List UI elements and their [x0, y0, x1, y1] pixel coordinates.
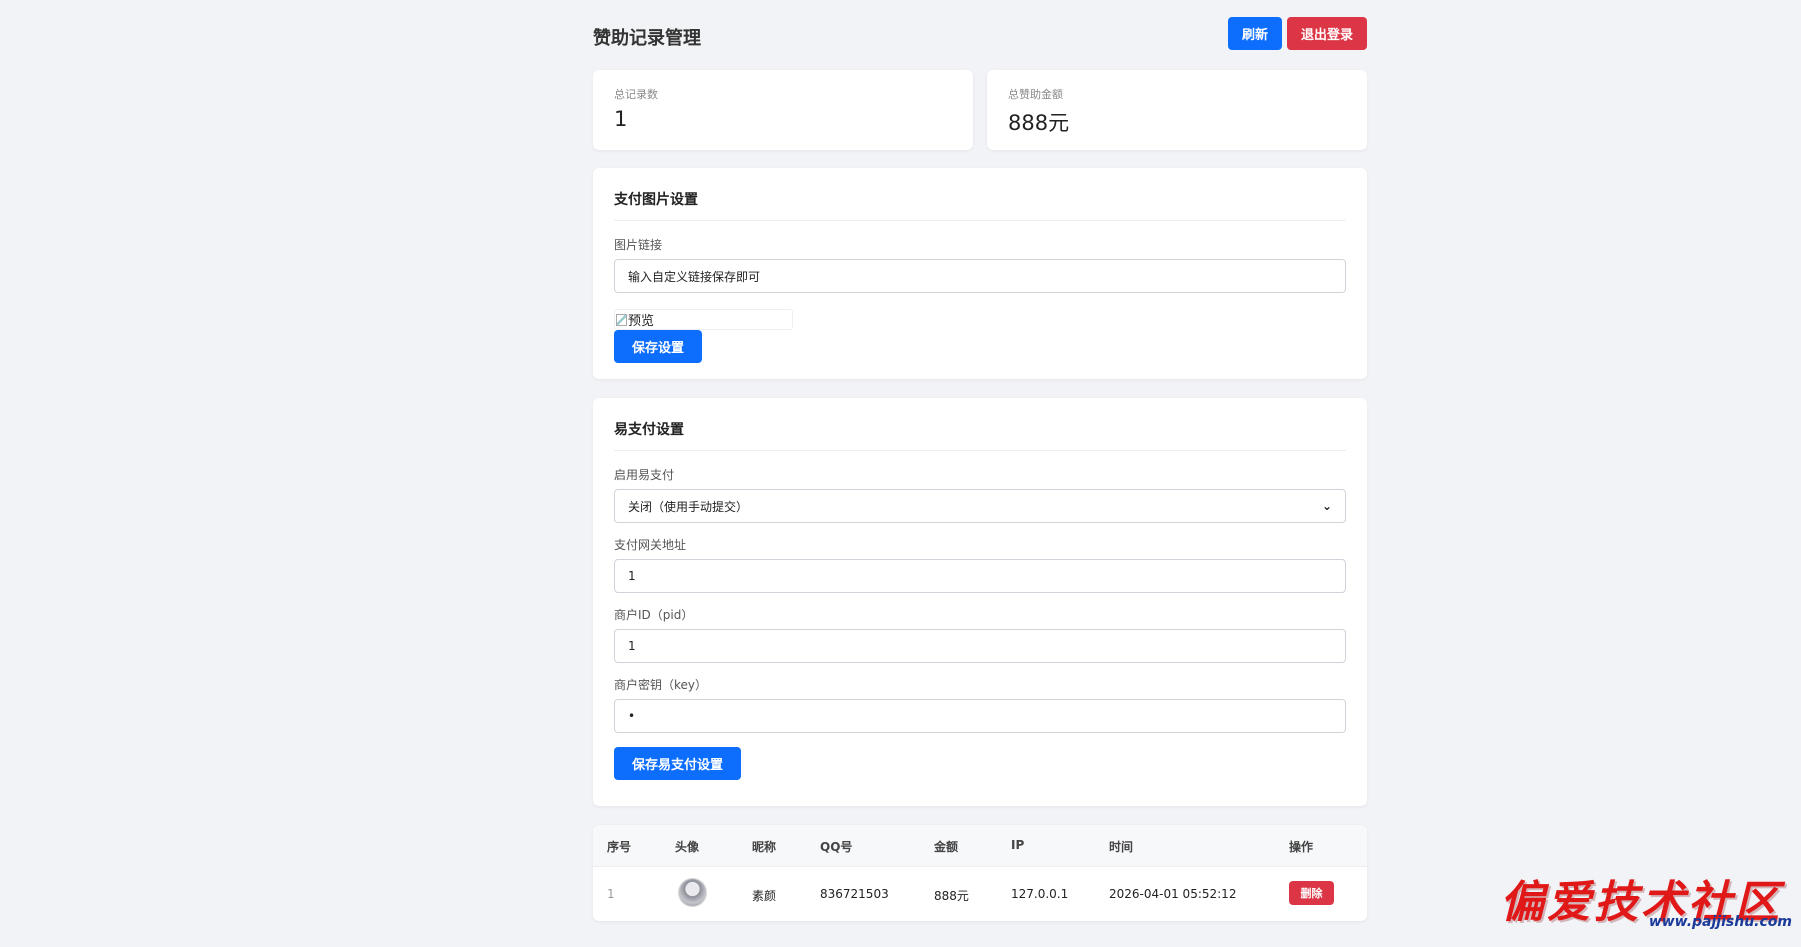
- records-table: 序号 头像 昵称 QQ号 金额 IP 时间 操作 1 素颜 836721503 …: [593, 825, 1367, 921]
- key-value: •: [628, 709, 636, 723]
- image-link-label: 图片链接: [614, 238, 663, 252]
- image-settings-title: 支付图片设置: [614, 168, 1346, 221]
- header-actions: 刷新 退出登录: [1228, 17, 1367, 50]
- image-settings-card: 支付图片设置 图片链接 输入自定义链接保存即可 预览 保存设置: [593, 168, 1367, 379]
- epay-settings-card: 易支付设置 启用易支付 关闭（使用手动提交） ⌄ 支付网关地址 1 商户ID（p…: [593, 398, 1367, 806]
- row-nickname: 素颜: [752, 889, 777, 903]
- avatar: [678, 878, 707, 907]
- page-title: 赞助记录管理: [593, 28, 701, 49]
- row-amount: 888元: [934, 889, 969, 903]
- header-action: 操作: [1289, 840, 1314, 854]
- logout-button[interactable]: 退出登录: [1287, 17, 1367, 50]
- enable-epay-label: 启用易支付: [614, 468, 675, 482]
- pid-value: 1: [628, 639, 636, 653]
- image-link-input[interactable]: 输入自定义链接保存即可: [614, 259, 1346, 293]
- refresh-button[interactable]: 刷新: [1228, 17, 1282, 50]
- stats-row: 总记录数 1 总赞助金额 888元: [593, 70, 1367, 150]
- total-records-card: 总记录数 1: [593, 70, 973, 150]
- gateway-label: 支付网关地址: [614, 538, 687, 552]
- chevron-down-icon: ⌄: [1321, 499, 1332, 513]
- pid-input[interactable]: 1: [614, 629, 1346, 663]
- broken-image-icon: [616, 313, 627, 326]
- row-ip: 127.0.0.1: [1011, 887, 1069, 901]
- key-label: 商户密钥（key）: [614, 678, 708, 692]
- header-bar: 赞助记录管理 刷新 退出登录: [593, 0, 1367, 70]
- header-time: 时间: [1109, 840, 1134, 854]
- header-avatar: 头像: [675, 840, 700, 854]
- row-time: 2026-04-01 05:52:12: [1109, 887, 1237, 901]
- gateway-value: 1: [628, 569, 636, 583]
- save-epay-settings-button[interactable]: 保存易支付设置: [614, 747, 742, 780]
- watermark-url: www.pajjishu.com: [1648, 914, 1792, 930]
- save-image-settings-button[interactable]: 保存设置: [614, 330, 703, 363]
- table-row: 1 素颜 836721503 888元 127.0.0.1 2026-04-01…: [593, 867, 1367, 921]
- watermark-logo: 偏爱技术社区 www.pajjishu.com: [1496, 866, 1796, 934]
- total-amount-label: 总赞助金额: [1008, 88, 1063, 101]
- epay-settings-title: 易支付设置: [614, 398, 1346, 451]
- preview-image: 预览: [614, 309, 793, 330]
- header-amount: 金额: [934, 840, 959, 854]
- key-input[interactable]: •: [614, 699, 1346, 733]
- total-amount-card: 总赞助金额 888元: [987, 70, 1367, 150]
- preview-alt-text: 预览: [628, 314, 655, 329]
- total-records-label: 总记录数: [614, 88, 658, 101]
- enable-epay-select[interactable]: 关闭（使用手动提交） ⌄: [614, 489, 1346, 523]
- delete-button[interactable]: 删除: [1289, 881, 1334, 905]
- total-amount-value: 888元: [1008, 111, 1070, 135]
- enable-epay-selected: 关闭（使用手动提交）: [628, 499, 749, 514]
- row-index: 1: [607, 887, 615, 901]
- table-header: 序号 头像 昵称 QQ号 金额 IP 时间 操作: [593, 825, 1367, 867]
- image-link-value: 输入自定义链接保存即可: [628, 269, 761, 284]
- header-qq: QQ号: [820, 840, 853, 854]
- main-container: 赞助记录管理 刷新 退出登录 总记录数 1 总赞助金额 888元 支付图片设置 …: [593, 0, 1367, 921]
- total-records-value: 1: [614, 107, 628, 131]
- header-nickname: 昵称: [752, 840, 777, 854]
- gateway-input[interactable]: 1: [614, 559, 1346, 593]
- header-index: 序号: [607, 840, 632, 854]
- row-qq: 836721503: [820, 887, 889, 901]
- pid-label: 商户ID（pid）: [614, 608, 694, 622]
- header-ip: IP: [1011, 838, 1025, 852]
